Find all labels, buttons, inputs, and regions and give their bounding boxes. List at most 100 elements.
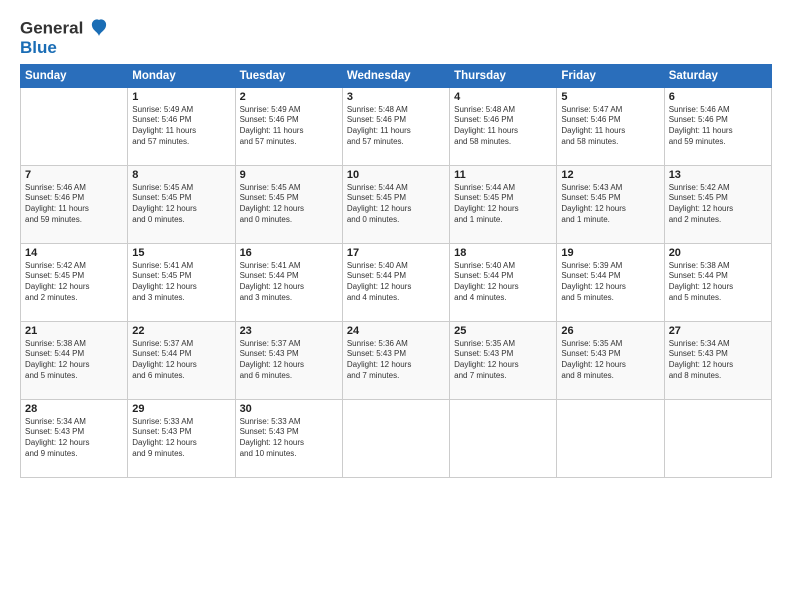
day-number: 12 — [561, 169, 659, 181]
col-header-monday: Monday — [128, 64, 235, 87]
cell-3-7: 20Sunrise: 5:38 AM Sunset: 5:44 PM Dayli… — [664, 243, 771, 321]
day-number: 21 — [25, 325, 123, 337]
cell-1-6: 5 Sunrise: 5:47 AM Sunset: 5:46 PM Daylig… — [557, 87, 664, 165]
cell-5-2: 29 Sunrise: 5:33 AM Sunset: 5:43 PM Dayli… — [128, 399, 235, 477]
day-number: 4 — [454, 91, 552, 103]
calendar-page: General Blue SundayMondayTuesdayWednesda… — [0, 0, 792, 612]
day-number: 14 — [25, 247, 123, 259]
day-number: 10 — [347, 169, 445, 181]
week-row-3: 14 Sunrise: 5:42 AM Sunset: 5:45 PM Dayli… — [21, 243, 772, 321]
cell-1-7: 6 Sunrise: 5:46 AM Sunset: 5:46 PM Daylig… — [664, 87, 771, 165]
day-number: 5 — [561, 91, 659, 103]
cell-info: Sunrise: 5:41 AM Sunset: 5:45 PM Dayligh… — [132, 261, 230, 304]
cell-3-1: 14 Sunrise: 5:42 AM Sunset: 5:45 PM Dayli… — [21, 243, 128, 321]
day-number: 2 — [240, 91, 338, 103]
col-header-sunday: Sunday — [21, 64, 128, 87]
day-number: 3 — [347, 91, 445, 103]
cell-4-2: 22Sunrise: 5:37 AM Sunset: 5:44 PM Dayli… — [128, 321, 235, 399]
cell-info: Sunrise: 5:47 AM Sunset: 5:46 PM Dayligh… — [561, 105, 659, 148]
cell-4-6: 26Sunrise: 5:35 AM Sunset: 5:43 PM Dayli… — [557, 321, 664, 399]
cell-1-4: 3 Sunrise: 5:48 AM Sunset: 5:46 PM Daylig… — [342, 87, 449, 165]
week-row-2: 7 Sunrise: 5:46 AM Sunset: 5:46 PM Daylig… — [21, 165, 772, 243]
col-header-friday: Friday — [557, 64, 664, 87]
cell-3-2: 15Sunrise: 5:41 AM Sunset: 5:45 PM Dayli… — [128, 243, 235, 321]
cell-3-4: 17 Sunrise: 5:40 AM Sunset: 5:44 PM Dayli… — [342, 243, 449, 321]
cell-info: Sunrise: 5:46 AM Sunset: 5:46 PM Dayligh… — [669, 105, 767, 148]
cell-info: Sunrise: 5:48 AM Sunset: 5:46 PM Dayligh… — [347, 105, 445, 148]
cell-info: Sunrise: 5:34 AM Sunset: 5:43 PM Dayligh… — [25, 417, 123, 460]
cell-1-3: 2 Sunrise: 5:49 AM Sunset: 5:46 PM Daylig… — [235, 87, 342, 165]
cell-info: Sunrise: 5:45 AM Sunset: 5:45 PM Dayligh… — [132, 183, 230, 226]
cell-info: Sunrise: 5:35 AM Sunset: 5:43 PM Dayligh… — [561, 339, 659, 382]
col-header-saturday: Saturday — [664, 64, 771, 87]
cell-info: Sunrise: 5:43 AM Sunset: 5:45 PM Dayligh… — [561, 183, 659, 226]
cell-info: Sunrise: 5:41 AM Sunset: 5:44 PM Dayligh… — [240, 261, 338, 304]
cell-info: Sunrise: 5:33 AM Sunset: 5:43 PM Dayligh… — [132, 417, 230, 460]
week-row-5: 28 Sunrise: 5:34 AM Sunset: 5:43 PM Dayli… — [21, 399, 772, 477]
cell-info: Sunrise: 5:46 AM Sunset: 5:46 PM Dayligh… — [25, 183, 123, 226]
cell-4-5: 25Sunrise: 5:35 AM Sunset: 5:43 PM Dayli… — [450, 321, 557, 399]
cell-info: Sunrise: 5:44 AM Sunset: 5:45 PM Dayligh… — [347, 183, 445, 226]
header-row: SundayMondayTuesdayWednesdayThursdayFrid… — [21, 64, 772, 87]
cell-info: Sunrise: 5:42 AM Sunset: 5:45 PM Dayligh… — [669, 183, 767, 226]
day-number: 28 — [25, 403, 123, 415]
day-number: 30 — [240, 403, 338, 415]
day-number: 17 — [347, 247, 445, 259]
day-number: 20 — [669, 247, 767, 259]
day-number: 18 — [454, 247, 552, 259]
cell-info: Sunrise: 5:36 AM Sunset: 5:43 PM Dayligh… — [347, 339, 445, 382]
cell-5-7 — [664, 399, 771, 477]
header: General Blue — [20, 18, 772, 58]
cell-info: Sunrise: 5:39 AM Sunset: 5:44 PM Dayligh… — [561, 261, 659, 304]
cell-info: Sunrise: 5:37 AM Sunset: 5:44 PM Dayligh… — [132, 339, 230, 382]
day-number: 27 — [669, 325, 767, 337]
day-number: 24 — [347, 325, 445, 337]
day-number: 1 — [132, 91, 230, 103]
cell-2-5: 11 Sunrise: 5:44 AM Sunset: 5:45 PM Dayli… — [450, 165, 557, 243]
cell-info: Sunrise: 5:48 AM Sunset: 5:46 PM Dayligh… — [454, 105, 552, 148]
logo: General Blue — [20, 18, 108, 58]
cell-5-5 — [450, 399, 557, 477]
cell-5-1: 28 Sunrise: 5:34 AM Sunset: 5:43 PM Dayli… — [21, 399, 128, 477]
day-number: 29 — [132, 403, 230, 415]
cell-1-5: 4 Sunrise: 5:48 AM Sunset: 5:46 PM Daylig… — [450, 87, 557, 165]
cell-4-3: 23 Sunrise: 5:37 AM Sunset: 5:43 PM Dayli… — [235, 321, 342, 399]
col-header-wednesday: Wednesday — [342, 64, 449, 87]
cell-info: Sunrise: 5:38 AM Sunset: 5:44 PM Dayligh… — [25, 339, 123, 382]
day-number: 8 — [132, 169, 230, 181]
cell-info: Sunrise: 5:45 AM Sunset: 5:45 PM Dayligh… — [240, 183, 338, 226]
cell-info: Sunrise: 5:37 AM Sunset: 5:43 PM Dayligh… — [240, 339, 338, 382]
cell-info: Sunrise: 5:34 AM Sunset: 5:43 PM Dayligh… — [669, 339, 767, 382]
day-number: 7 — [25, 169, 123, 181]
day-number: 9 — [240, 169, 338, 181]
week-row-1: 1 Sunrise: 5:49 AM Sunset: 5:46 PM Daylig… — [21, 87, 772, 165]
cell-4-7: 27 Sunrise: 5:34 AM Sunset: 5:43 PM Dayli… — [664, 321, 771, 399]
cell-info: Sunrise: 5:35 AM Sunset: 5:43 PM Dayligh… — [454, 339, 552, 382]
day-number: 19 — [561, 247, 659, 259]
calendar-table: SundayMondayTuesdayWednesdayThursdayFrid… — [20, 64, 772, 478]
cell-info: Sunrise: 5:49 AM Sunset: 5:46 PM Dayligh… — [132, 105, 230, 148]
day-number: 23 — [240, 325, 338, 337]
cell-info: Sunrise: 5:40 AM Sunset: 5:44 PM Dayligh… — [347, 261, 445, 304]
cell-5-6 — [557, 399, 664, 477]
cell-info: Sunrise: 5:49 AM Sunset: 5:46 PM Dayligh… — [240, 105, 338, 148]
cell-1-2: 1 Sunrise: 5:49 AM Sunset: 5:46 PM Daylig… — [128, 87, 235, 165]
cell-4-1: 21 Sunrise: 5:38 AM Sunset: 5:44 PM Dayli… — [21, 321, 128, 399]
day-number: 13 — [669, 169, 767, 181]
cell-5-3: 30Sunrise: 5:33 AM Sunset: 5:43 PM Dayli… — [235, 399, 342, 477]
cell-3-6: 19 Sunrise: 5:39 AM Sunset: 5:44 PM Dayli… — [557, 243, 664, 321]
cell-3-5: 18 Sunrise: 5:40 AM Sunset: 5:44 PM Dayli… — [450, 243, 557, 321]
cell-2-3: 9 Sunrise: 5:45 AM Sunset: 5:45 PM Daylig… — [235, 165, 342, 243]
day-number: 6 — [669, 91, 767, 103]
cell-2-2: 8 Sunrise: 5:45 AM Sunset: 5:45 PM Daylig… — [128, 165, 235, 243]
cell-2-7: 13 Sunrise: 5:42 AM Sunset: 5:45 PM Dayli… — [664, 165, 771, 243]
cell-2-6: 12 Sunrise: 5:43 AM Sunset: 5:45 PM Dayli… — [557, 165, 664, 243]
cell-2-1: 7 Sunrise: 5:46 AM Sunset: 5:46 PM Daylig… — [21, 165, 128, 243]
day-number: 11 — [454, 169, 552, 181]
cell-4-4: 24 Sunrise: 5:36 AM Sunset: 5:43 PM Dayli… — [342, 321, 449, 399]
cell-info: Sunrise: 5:44 AM Sunset: 5:45 PM Dayligh… — [454, 183, 552, 226]
cell-info: Sunrise: 5:42 AM Sunset: 5:45 PM Dayligh… — [25, 261, 123, 304]
cell-info: Sunrise: 5:40 AM Sunset: 5:44 PM Dayligh… — [454, 261, 552, 304]
cell-3-3: 16Sunrise: 5:41 AM Sunset: 5:44 PM Dayli… — [235, 243, 342, 321]
cell-5-4 — [342, 399, 449, 477]
